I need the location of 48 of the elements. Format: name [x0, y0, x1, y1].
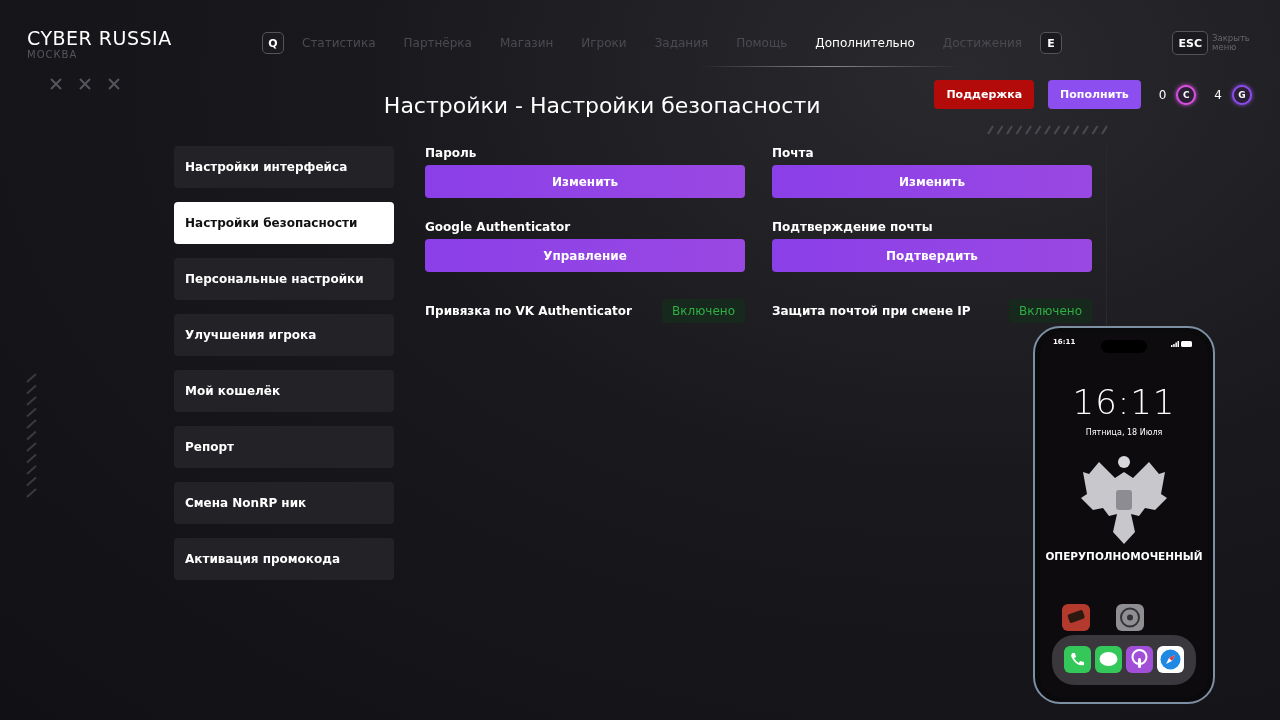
sidebar-item[interactable]: Мой кошелёк — [174, 370, 394, 412]
compass-app-icon[interactable] — [1157, 646, 1184, 673]
setting-label: Google Authenticator — [425, 220, 572, 234]
game-app-icon[interactable] — [1062, 604, 1090, 631]
nav-tab[interactable]: Дополнительно — [801, 31, 929, 55]
lock-clock: 16:11 — [1071, 382, 1177, 422]
city-label: МОСКВА — [27, 49, 79, 61]
settings-app-icon[interactable] — [1116, 604, 1144, 631]
next-tab-key[interactable]: E — [1040, 32, 1063, 54]
esc-key[interactable]: ESC — [1172, 31, 1208, 55]
currency-amount: 4 — [1214, 87, 1222, 102]
signal-icon — [1171, 341, 1179, 347]
status-toggle[interactable]: Включено — [662, 299, 745, 323]
currency-amount: 0 — [1158, 87, 1167, 102]
phone-app-icon[interactable] — [1064, 646, 1091, 673]
setting-label: Защита почтой при смене IP — [772, 304, 971, 318]
currency-coin: G — [1232, 84, 1252, 105]
setting-button[interactable]: Изменить — [772, 165, 1092, 198]
sidebar-item[interactable]: Репорт — [174, 426, 394, 468]
prev-tab-key[interactable]: Q — [262, 32, 284, 54]
sidebar-item[interactable]: Персональные настройки — [174, 258, 394, 300]
sidebar-item[interactable]: Активация промокода — [174, 538, 394, 580]
close-icon — [108, 78, 120, 90]
setting-label: Пароль — [425, 146, 478, 160]
sidebar-item[interactable]: Смена NonRP ник — [174, 482, 394, 524]
close-icon — [79, 78, 91, 90]
wallpaper-caption: ОПЕРУПОЛНОМОЧЕННЫЙ — [1044, 550, 1204, 562]
messages-app-icon[interactable] — [1095, 646, 1122, 673]
setting-button[interactable]: Изменить — [425, 165, 745, 198]
topup-button[interactable]: Пополнить — [1048, 80, 1141, 109]
page-title: Настройки - Настройки безопасности — [383, 92, 821, 118]
setting-label: Привязка по VK Authenticator — [425, 304, 632, 318]
brand-title: CYBER RUSSIA — [27, 27, 173, 49]
sidebar-item[interactable]: Настройки интерфейса — [174, 146, 394, 188]
setting-label: Почта — [772, 146, 815, 160]
status-toggle[interactable]: Включено — [1009, 299, 1092, 323]
currency-coin: C — [1176, 84, 1197, 105]
setting-button[interactable]: Управление — [425, 239, 745, 272]
sidebar-item[interactable]: Улучшения игрока — [174, 314, 394, 356]
lock-date: Пятница, 18 Июля — [1084, 428, 1164, 437]
sidebar-item[interactable]: Настройки безопасности — [174, 202, 394, 244]
setting-button[interactable]: Подтвердить — [772, 239, 1092, 272]
close-icon — [50, 78, 62, 90]
support-button[interactable]: Поддержка — [934, 80, 1035, 109]
battery-icon — [1181, 341, 1193, 347]
podcasts-app-icon[interactable] — [1126, 646, 1153, 673]
setting-label: Подтверждение почты — [772, 220, 934, 234]
close-menu-label: Закрыть меню — [1212, 34, 1251, 52]
